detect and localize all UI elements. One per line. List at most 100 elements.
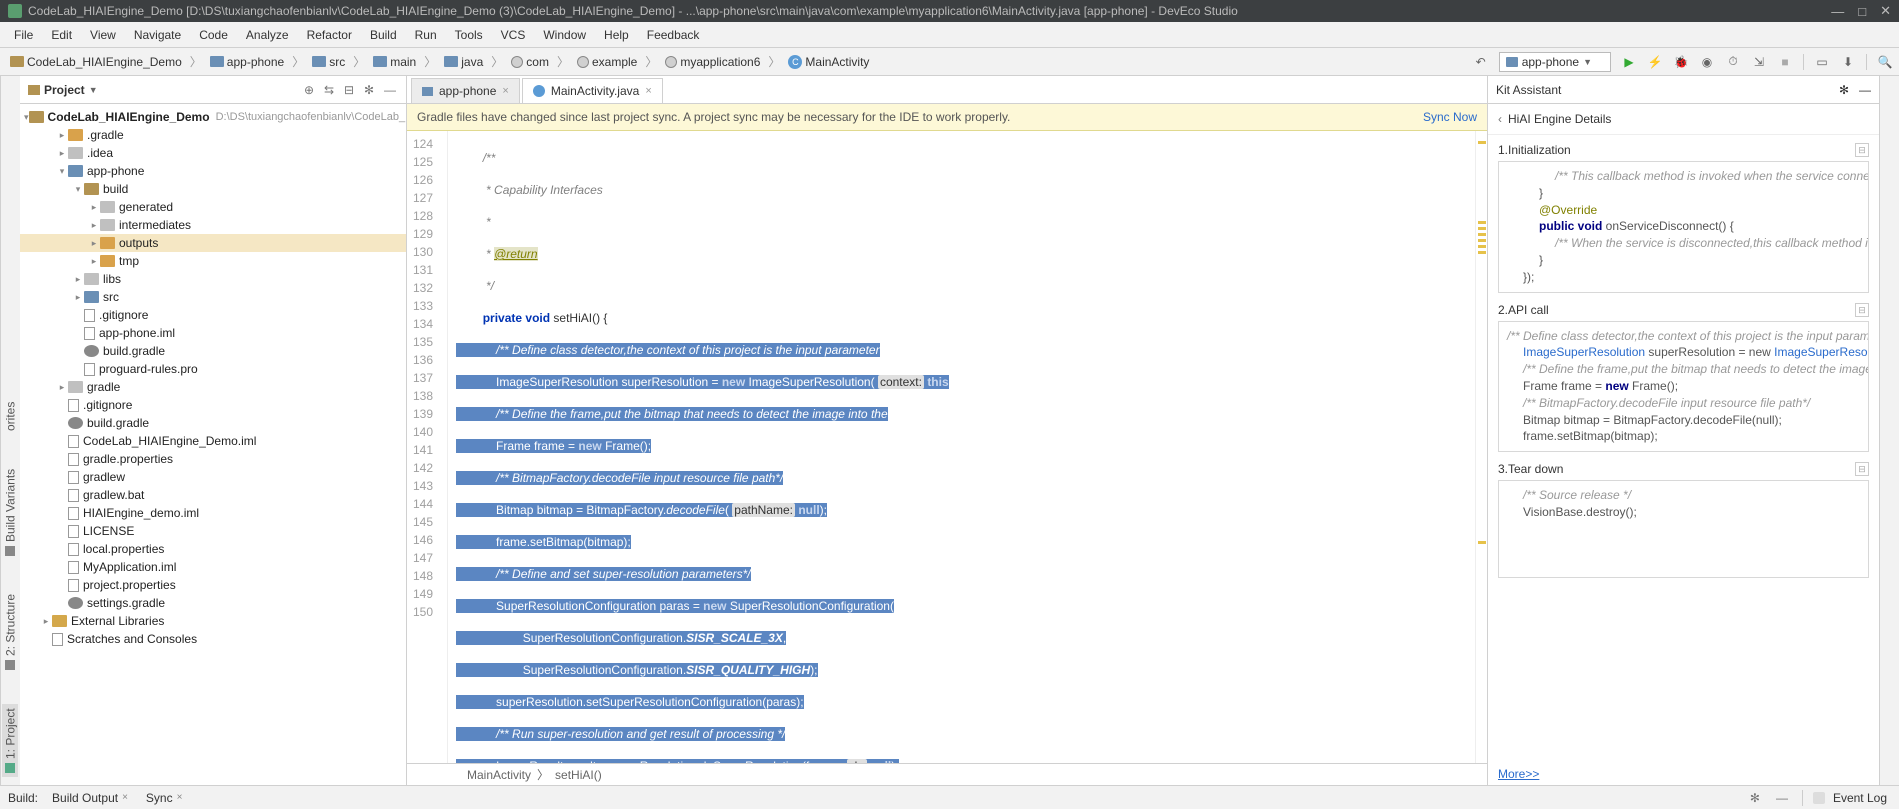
event-log-tab[interactable]: Event Log — [1809, 789, 1891, 807]
collapse-icon[interactable]: ⊟ — [1855, 143, 1869, 157]
attach-icon[interactable]: ⇲ — [1751, 54, 1767, 70]
tree-item[interactable]: app-phone.iml — [20, 324, 406, 342]
select-opened-file-icon[interactable]: ⊕ — [304, 83, 318, 97]
tree-item[interactable]: proguard-rules.pro — [20, 360, 406, 378]
editor-tab-mainactivity[interactable]: MainActivity.java × — [522, 78, 663, 103]
editor-tab-app-phone[interactable]: app-phone × — [411, 78, 520, 103]
sdk-icon[interactable]: ⬇ — [1840, 54, 1856, 70]
breadcrumb-item[interactable]: java — [440, 53, 487, 71]
tree-item[interactable]: gradlew.bat — [20, 486, 406, 504]
toolwindow-project[interactable]: 1: Project — [3, 704, 19, 777]
back-icon[interactable]: ‹ — [1498, 112, 1502, 126]
menu-refactor[interactable]: Refactor — [299, 25, 360, 45]
project-tree[interactable]: ▾CodeLab_HIAIEngine_DemoD:\DS\tuxiangcha… — [20, 104, 406, 785]
run-icon[interactable]: ▶ — [1621, 54, 1637, 70]
hide-icon[interactable]: — — [1859, 83, 1871, 97]
tree-item[interactable]: ▸src — [20, 288, 406, 306]
menu-run[interactable]: Run — [407, 25, 445, 45]
menu-code[interactable]: Code — [191, 25, 236, 45]
debug-icon[interactable]: 🐞 — [1673, 54, 1689, 70]
tree-item[interactable]: ▸libs — [20, 270, 406, 288]
breadcrumb-item[interactable]: src — [308, 53, 349, 71]
tree-item[interactable]: ▸External Libraries — [20, 612, 406, 630]
breadcrumb-item[interactable]: CodeLab_HIAIEngine_Demo — [6, 53, 186, 71]
tree-item[interactable]: ▸intermediates — [20, 216, 406, 234]
toolwindow-structure[interactable]: 2: Structure — [3, 590, 19, 674]
expand-all-icon[interactable]: ⇆ — [324, 83, 338, 97]
error-stripe[interactable] — [1475, 131, 1487, 763]
search-everywhere-icon[interactable]: 🔍 — [1877, 54, 1893, 70]
tree-item[interactable]: ▾build — [20, 180, 406, 198]
toolwindow-build-variants[interactable]: Build Variants — [3, 465, 19, 560]
close-tab-icon[interactable]: × — [645, 85, 651, 97]
gear-icon[interactable]: ✻ — [1742, 791, 1768, 805]
settings-icon[interactable]: ✻ — [1839, 83, 1849, 97]
apply-changes-icon[interactable]: ⚡ — [1647, 54, 1663, 70]
menu-build[interactable]: Build — [362, 25, 405, 45]
menu-navigate[interactable]: Navigate — [126, 25, 189, 45]
back-icon[interactable]: ↶ — [1473, 54, 1489, 70]
sync-tab[interactable]: Sync× — [142, 789, 187, 807]
tree-item[interactable]: LICENSE — [20, 522, 406, 540]
collapse-icon[interactable]: ⊟ — [1855, 462, 1869, 476]
tree-item[interactable]: ▾app-phone — [20, 162, 406, 180]
tree-item[interactable]: ▸tmp — [20, 252, 406, 270]
tree-item[interactable]: gradle.properties — [20, 450, 406, 468]
menu-edit[interactable]: Edit — [43, 25, 80, 45]
trail-class[interactable]: MainActivity — [467, 768, 531, 782]
collapse-all-icon[interactable]: ⊟ — [344, 83, 358, 97]
sync-now-link[interactable]: Sync Now — [1423, 110, 1477, 124]
minimize-icon[interactable]: — — [1831, 4, 1844, 19]
tree-item[interactable]: Scratches and Consoles — [20, 630, 406, 648]
project-view-selector[interactable]: Project▼ — [28, 83, 98, 97]
trail-method[interactable]: setHiAI() — [555, 768, 602, 782]
tree-item[interactable]: build.gradle — [20, 414, 406, 432]
more-link[interactable]: More>> — [1488, 763, 1879, 785]
line-gutter[interactable]: 1241251261271281291301311321331341351361… — [407, 131, 448, 763]
close-tab-icon[interactable]: × — [502, 85, 508, 97]
hide-icon[interactable]: — — [1768, 791, 1796, 805]
toolwindow-favorites[interactable]: orites — [3, 398, 19, 435]
tree-item[interactable]: .gitignore — [20, 396, 406, 414]
avd-icon[interactable]: ▭ — [1814, 54, 1830, 70]
hide-icon[interactable]: — — [384, 83, 398, 97]
menu-view[interactable]: View — [82, 25, 124, 45]
tree-item[interactable]: HIAIEngine_demo.iml — [20, 504, 406, 522]
tree-item[interactable]: ▸generated — [20, 198, 406, 216]
profiler-icon[interactable]: ⏱ — [1725, 54, 1741, 70]
build-output-tab[interactable]: Build Output× — [48, 789, 132, 807]
tree-item[interactable]: settings.gradle — [20, 594, 406, 612]
menu-feedback[interactable]: Feedback — [639, 25, 708, 45]
breadcrumb-item[interactable]: CMainActivity — [784, 53, 873, 71]
breadcrumb-item[interactable]: com — [507, 53, 553, 71]
code-editor[interactable]: /** * Capability Interfaces * * @return … — [448, 131, 1475, 763]
tree-item[interactable]: ▸.gradle — [20, 126, 406, 144]
menu-help[interactable]: Help — [596, 25, 637, 45]
run-config-dropdown[interactable]: app-phone ▼ — [1499, 52, 1611, 72]
tree-item[interactable]: CodeLab_HIAIEngine_Demo.iml — [20, 432, 406, 450]
menu-vcs[interactable]: VCS — [493, 25, 534, 45]
close-icon[interactable]: ✕ — [1880, 3, 1891, 19]
settings-icon[interactable]: ✻ — [364, 83, 378, 97]
tree-item[interactable]: ▸outputs — [20, 234, 406, 252]
tree-item[interactable]: project.properties — [20, 576, 406, 594]
tree-item[interactable]: local.properties — [20, 540, 406, 558]
stop-icon[interactable]: ■ — [1777, 54, 1793, 70]
tree-root[interactable]: ▾CodeLab_HIAIEngine_DemoD:\DS\tuxiangcha… — [20, 108, 406, 126]
tree-item[interactable]: ▸gradle — [20, 378, 406, 396]
breadcrumb-item[interactable]: main — [369, 53, 420, 71]
maximize-icon[interactable]: □ — [1858, 4, 1866, 19]
breadcrumb-item[interactable]: example — [573, 53, 641, 71]
tree-item[interactable]: build.gradle — [20, 342, 406, 360]
menu-analyze[interactable]: Analyze — [238, 25, 297, 45]
tree-item[interactable]: ▸.idea — [20, 144, 406, 162]
coverage-icon[interactable]: ◉ — [1699, 54, 1715, 70]
tree-item[interactable]: MyApplication.iml — [20, 558, 406, 576]
tree-item[interactable]: gradlew — [20, 468, 406, 486]
tree-item[interactable]: .gitignore — [20, 306, 406, 324]
breadcrumb-item[interactable]: myapplication6 — [661, 53, 764, 71]
menu-tools[interactable]: Tools — [447, 25, 491, 45]
menu-window[interactable]: Window — [535, 25, 594, 45]
close-icon[interactable]: × — [122, 792, 128, 803]
menu-file[interactable]: File — [6, 25, 41, 45]
